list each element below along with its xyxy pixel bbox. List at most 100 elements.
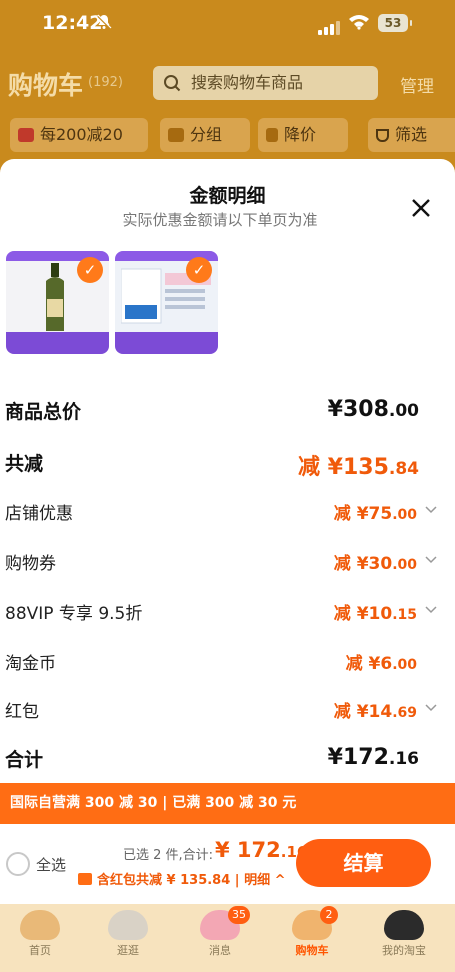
cart-badge: 2 [320,906,338,924]
row-label: 淘金币 [5,654,56,674]
row-red-packet[interactable]: 红包 减 ¥14.69 [5,697,437,723]
discount-summary: 含红包共减 ¥ 135.84 | 明细 ^ [78,869,286,888]
product-promo-band [6,332,109,354]
value-dec: .00 [392,507,417,523]
coupon-icon [18,128,34,142]
row-value: 减 ¥14.69 [334,697,417,722]
row-label: 合计 [5,749,44,771]
messages-badge: 35 [228,906,250,924]
value-int: 减 ¥30 [333,554,393,574]
value-int: 减 ¥10 [333,604,393,624]
home-mascot-icon [20,910,60,940]
row-value: 减 ¥10.15 [334,599,417,624]
filter-chip-label: 降价 [284,125,317,144]
row-label: 商品总价 [5,401,82,423]
price-drop-icon [266,128,278,142]
amount-detail-sheet: 金额明细 实际优惠金额请以下单页为准 ✓ ✓ 商品总价 ¥308.00 共减 减… [0,159,455,824]
red-packet-icon [78,873,92,885]
row-subtotal: 商品总价 ¥308.00 [5,397,437,423]
settle-button[interactable]: 结算 [296,839,431,887]
row-value: ¥172.16 [328,745,419,770]
value-int: ¥172 [327,745,389,770]
wifi-icon [349,15,369,30]
tab-label: 首页 [29,944,51,957]
tab-cart[interactable]: 2 购物车 [272,904,352,972]
battery-indicator: 53 [378,14,412,32]
filter-chip-label: 每200减20 [40,125,123,144]
tab-explore[interactable]: 逛逛 [88,904,168,972]
row-value: 减 ¥75.00 [334,499,417,524]
filter-row: 每200减20 分组 降价 筛选 [0,118,455,152]
filter-chip-price-drop[interactable]: 降价 [258,118,348,152]
cart-title: 购物车 [8,71,84,100]
row-grand-total: 合计 ¥172.16 [5,745,437,771]
chevron-down-icon[interactable] [425,605,437,615]
tab-bar: 首页 逛逛 35 消息 2 购物车 我的淘宝 [0,904,455,972]
value-dec: .16 [388,749,419,769]
product-promo-band [115,332,218,354]
status-bar: 12:42 53 [0,0,455,50]
tab-my-taobao[interactable]: 我的淘宝 [364,904,444,972]
value-int: 减 ¥75 [333,504,393,524]
chevron-down-icon[interactable] [425,703,437,713]
cart-item-count: (192) [88,75,123,90]
filter-chip-label: 筛选 [395,125,428,144]
profile-penguin-icon [384,910,424,940]
tab-label: 逛逛 [117,944,139,957]
row-label: 购物券 [5,554,56,574]
row-label: 共减 [5,453,44,475]
value-int: 减 ¥6 [345,654,393,674]
detail-toggle[interactable]: | 明细 ^ [235,873,286,888]
row-store-discount[interactable]: 店铺优惠 减 ¥75.00 [5,499,437,525]
bell-off-icon [97,14,112,29]
select-all-label[interactable]: 全选 [36,854,66,875]
promo-banner: 国际自营满 300 减 30 | 已满 300 减 30 元 [0,783,455,824]
tab-messages[interactable]: 35 消息 [180,904,260,972]
value-dec: .84 [388,459,419,479]
row-vip-discount[interactable]: 88VIP 专享 9.5折 减 ¥10.15 [5,599,437,625]
search-icon [164,75,181,92]
row-coins: 淘金币 减 ¥6.00 [5,649,437,675]
row-value: 减 ¥135.84 [298,449,419,481]
filter-chip-discount[interactable]: 每200减20 [10,118,148,152]
cellular-signal-icon [318,16,342,35]
olive-oil-bottle-image [46,263,64,331]
product-thumbnail[interactable]: ✓ [115,251,218,354]
selected-check-icon[interactable]: ✓ [186,257,212,283]
row-total-discount: 共减 减 ¥135.84 [5,449,437,480]
value-dec: .15 [392,607,417,623]
row-voucher[interactable]: 购物券 减 ¥30.00 [5,549,437,575]
chevron-down-icon[interactable] [425,505,437,515]
discount-text: 含红包共减 ¥ 135.84 [97,873,231,888]
row-label: 红包 [5,702,39,722]
product-thumbnail[interactable]: ✓ [6,251,109,354]
row-value: ¥308.00 [328,397,419,422]
filter-chip-filter[interactable]: 筛选 [368,118,455,152]
filter-chip-label: 分组 [190,125,223,144]
value-dec: .69 [392,705,417,721]
value-int: 减 ¥135 [297,455,389,480]
selected-total: ¥ 172.16 [215,838,307,862]
select-all-radio[interactable] [6,852,30,876]
status-time: 12:42 [42,12,103,34]
value-int: 减 ¥14 [333,702,393,722]
value-int: ¥308 [327,397,389,422]
close-icon[interactable] [408,195,434,221]
manage-button[interactable]: 管理 [400,72,434,97]
row-label: 88VIP 专享 9.5折 [5,604,143,624]
search-placeholder: 搜索购物车商品 [191,73,304,92]
tab-label: 购物车 [295,944,329,957]
filter-chip-group[interactable]: 分组 [160,118,250,152]
total-int: ¥ 172 [215,838,281,862]
row-value: 减 ¥6.00 [346,649,417,674]
chevron-down-icon[interactable] [425,555,437,565]
filter-icon [376,129,389,142]
sheet-title: 金额明细 [189,185,266,207]
sheet-subtitle: 实际优惠金额请以下单页为准 [122,211,318,229]
selected-check-icon[interactable]: ✓ [77,257,103,283]
tab-home[interactable]: 首页 [0,904,80,972]
search-input[interactable]: 搜索购物车商品 [153,66,378,100]
value-dec: .00 [388,401,419,421]
tab-label: 我的淘宝 [382,944,426,957]
checkout-bar: 全选 已选 2 件,合计: ¥ 172.16 含红包共减 ¥ 135.84 | … [0,824,455,904]
